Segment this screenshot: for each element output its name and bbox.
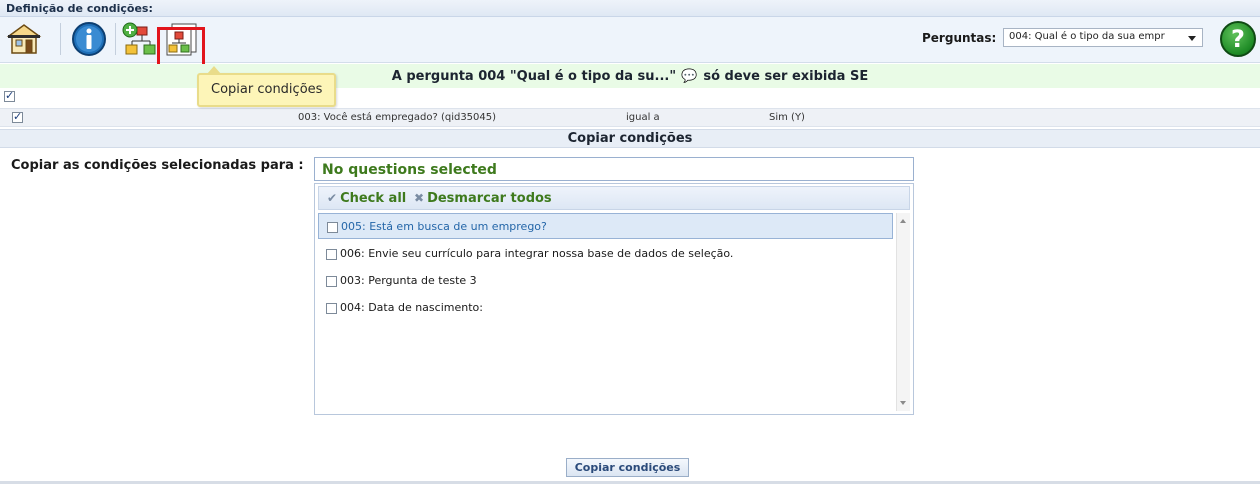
info-button[interactable] (69, 19, 109, 59)
uncheck-all-link[interactable]: ✖ Desmarcar todos (414, 191, 552, 206)
questions-multiselect[interactable]: No questions selected (314, 157, 914, 181)
add-condition-button[interactable] (119, 19, 159, 59)
speech-bubble-icon[interactable]: 💬 (681, 69, 697, 84)
uncheck-all-label: Desmarcar todos (427, 191, 552, 206)
condition-header-suffix: só deve ser exibida SE (703, 68, 869, 84)
check-all-link[interactable]: ✔ Check all (327, 191, 406, 206)
home-icon (6, 24, 42, 54)
copy-section-header: Copiar condições (0, 129, 1260, 148)
copy-section-title: Copiar condições (567, 131, 693, 146)
scrollbar[interactable] (896, 213, 910, 411)
tooltip-text: Copiar condições (211, 82, 323, 97)
option-checkbox[interactable] (326, 275, 337, 287)
option-label: 004: Data de nascimento: (340, 301, 483, 314)
select-all-row (0, 88, 1260, 106)
toolbar-separator (60, 23, 61, 55)
option-label: 003: Pergunta de teste 3 (340, 274, 477, 287)
toolbar-separator (115, 23, 116, 55)
condition-header-text: A pergunta 004 "Qual é o tipo da su..." (391, 68, 677, 84)
option-checkbox[interactable] (326, 248, 337, 260)
option-label: 005: Está em busca de um emprego? (341, 220, 547, 233)
select-all-checkbox[interactable] (4, 89, 15, 102)
multiselect-list: 005: Está em busca de um emprego? 006: E… (318, 213, 910, 411)
info-icon (72, 22, 106, 56)
condition-row: 003: Você está empregado? (qid35045) igu… (0, 108, 1260, 127)
checkmark-icon: ✔ (327, 191, 338, 205)
condition-value: Sim (Y) (769, 112, 805, 123)
help-button[interactable]: ? (1220, 21, 1256, 57)
close-icon: ✖ (414, 191, 425, 205)
condition-header: A pergunta 004 "Qual é o tipo da su..." … (0, 64, 1260, 88)
list-item[interactable]: 006: Envie seu currículo para integrar n… (318, 241, 893, 267)
option-label: 006: Envie seu currículo para integrar n… (340, 247, 734, 260)
title-bar: Definição de condições: (0, 0, 1260, 17)
condition-question: 003: Você está empregado? (qid35045) (298, 112, 497, 123)
condition-operator: igual a (626, 112, 660, 123)
multiselect-placeholder: No questions selected (322, 162, 497, 178)
home-button[interactable] (4, 19, 44, 59)
questions-label: Perguntas: (922, 31, 997, 45)
submit-label: Copiar condições (574, 461, 681, 474)
condition-checkbox[interactable] (12, 110, 23, 123)
page-title: Definição de condições: (6, 2, 153, 15)
copy-target-label: Copiar as condições selecionadas para : (11, 158, 304, 173)
list-item[interactable]: 004: Data de nascimento: (318, 295, 893, 321)
check-all-label: Check all (340, 191, 407, 206)
option-checkbox[interactable] (327, 221, 338, 233)
copy-conditions-submit-button[interactable]: Copiar condições (566, 458, 689, 477)
tooltip: Copiar condições (197, 66, 336, 107)
scroll-up-icon[interactable] (900, 219, 906, 223)
toolbar: Perguntas: 004: Qual é o tipo da sua emp… (0, 17, 1260, 79)
questions-select-value: 004: Qual é o tipo da sua empr (1009, 31, 1165, 42)
chevron-down-icon (1188, 36, 1196, 41)
list-item[interactable]: 005: Está em busca de um emprego? (318, 213, 893, 239)
multiselect-panel: ✔ Check all ✖ Desmarcar todos 005: Está em… (314, 183, 914, 415)
multiselect-header: ✔ Check all ✖ Desmarcar todos (318, 186, 910, 210)
questions-select[interactable]: 004: Qual é o tipo da sua empr (1003, 28, 1203, 47)
add-condition-icon (122, 22, 156, 55)
scroll-down-icon[interactable] (900, 401, 906, 405)
help-icon: ? (1231, 25, 1245, 53)
option-checkbox[interactable] (326, 302, 337, 314)
list-item[interactable]: 003: Pergunta de teste 3 (318, 268, 893, 294)
